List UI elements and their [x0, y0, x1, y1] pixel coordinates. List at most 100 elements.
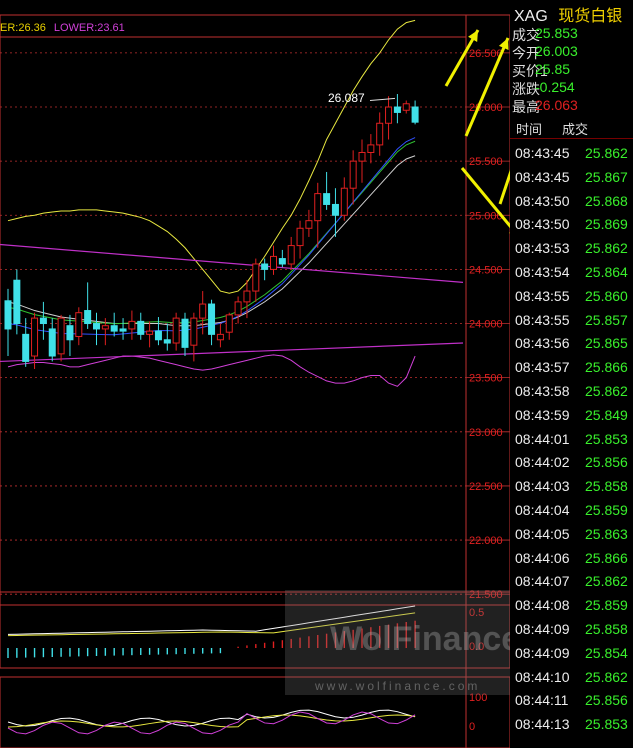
candle-body — [349, 160, 357, 189]
trend-line-upper — [0, 243, 464, 283]
kdj-j — [7, 711, 416, 735]
tick-price: 25.866 — [585, 359, 628, 376]
tick-row: 08:44:01 25.853 — [515, 431, 633, 453]
tick-time: 08:44:08 — [515, 597, 570, 614]
tick-time: 08:44:07 — [515, 573, 570, 590]
high-marker — [369, 97, 396, 102]
candle-body — [402, 103, 410, 111]
bands-legend: ER:26.36 LOWER:23.61 — [0, 22, 125, 34]
tick-time: 08:44:03 — [515, 478, 570, 495]
tick-price: 25.863 — [585, 525, 628, 542]
candles — [4, 94, 419, 369]
quote-value: 25.853 — [535, 25, 578, 41]
tick-row: 08:43:58 25.862 — [515, 383, 633, 405]
quote-value: 26.003 — [535, 43, 578, 59]
candle-body — [13, 279, 21, 325]
tick-row: 08:43:50 25.869 — [515, 216, 633, 238]
candle-body — [137, 320, 145, 335]
quote-row: 买价1 25.85 — [512, 61, 632, 79]
tick-row: 08:44:07 25.862 — [515, 573, 633, 595]
candle-body — [48, 328, 56, 357]
tick-price: 25.853 — [585, 716, 628, 733]
quote-row: 今开 26.003 — [512, 43, 632, 61]
tick-time: 08:44:06 — [515, 549, 570, 566]
tick-price: 25.856 — [585, 692, 628, 709]
candle-body — [367, 144, 375, 153]
tick-row: 08:44:08 25.859 — [515, 597, 633, 619]
y-tick-label: 25.500 — [469, 156, 503, 168]
quote-value: 25.85 — [535, 61, 571, 77]
candle-body — [22, 333, 30, 362]
tick-row: 08:43:45 25.867 — [515, 169, 633, 191]
y-tick-label: 23.000 — [469, 427, 503, 439]
tick-row: 08:43:56 25.865 — [515, 335, 633, 357]
tick-time: 08:44:11 — [515, 692, 569, 709]
tick-row: 08:43:53 25.862 — [515, 240, 633, 262]
tick-price: 25.857 — [585, 311, 628, 328]
candle-body — [146, 330, 154, 335]
tick-row: 08:44:11 25.856 — [515, 692, 633, 714]
tick-time: 08:43:50 — [515, 216, 570, 233]
tick-price: 25.849 — [585, 406, 628, 423]
candle-body — [252, 263, 260, 292]
band-upper — [7, 19, 416, 294]
tick-time: 08:43:55 — [515, 287, 570, 304]
tick-price: 25.856 — [585, 454, 628, 471]
quote-value: 26.063 — [535, 97, 578, 113]
tick-price: 25.860 — [585, 287, 628, 304]
candle-body — [358, 151, 366, 162]
tick-time: 08:44:09 — [515, 621, 570, 637]
tick-row: 08:44:03 25.858 — [515, 478, 633, 500]
candle-body — [323, 193, 331, 205]
tick-price: 25.858 — [585, 621, 628, 637]
tick-price: 25.866 — [585, 549, 628, 566]
candle-body — [66, 325, 74, 341]
candle-body — [385, 106, 393, 124]
kdj-k — [7, 709, 416, 727]
candle-body — [119, 328, 127, 332]
y-tick-label: 24.500 — [469, 264, 503, 276]
candle-body — [314, 193, 322, 222]
tick-row: 08:43:50 25.868 — [515, 193, 633, 215]
candle-body — [243, 290, 251, 303]
candle-body — [296, 227, 304, 247]
tick-time: 08:43:54 — [515, 264, 570, 280]
tick-row: 08:43:55 25.860 — [515, 288, 633, 310]
candle-body — [110, 325, 118, 332]
tick-price: 25.869 — [585, 216, 628, 233]
tick-time: 08:44:04 — [515, 502, 570, 518]
candle-body — [287, 245, 295, 265]
high-label: 26.087 — [328, 91, 365, 105]
tick-time: 08:44:13 — [515, 716, 570, 733]
tick-time: 08:43:53 — [515, 240, 570, 257]
quote-value: -0.254 — [535, 79, 575, 95]
tick-row: 08:44:04 25.859 — [515, 502, 633, 524]
tick-row: 08:44:06 25.866 — [515, 550, 633, 572]
tick-price: 25.854 — [585, 644, 628, 661]
tick-price: 25.862 — [585, 668, 628, 685]
tick-price: 25.862 — [585, 573, 628, 590]
candle-body — [278, 258, 286, 265]
tick-row: 08:43:59 25.849 — [515, 407, 633, 429]
main-frame — [0, 14, 511, 606]
tick-row: 08:44:10 25.862 — [515, 669, 633, 691]
candle-body — [208, 303, 216, 335]
tick-price: 25.862 — [585, 145, 628, 161]
symbol-name: 现货白银 — [558, 8, 623, 25]
candle-body — [376, 122, 384, 146]
ticks-header-time: 时间 — [516, 122, 543, 137]
tick-price: 25.853 — [585, 430, 628, 447]
symbol-code: XAG — [514, 8, 548, 25]
tick-row: 08:43:54 25.864 — [515, 264, 633, 286]
tick-time: 08:43:58 — [515, 383, 570, 399]
tick-row: 08:44:05 25.863 — [515, 526, 633, 548]
candle-body — [270, 255, 277, 270]
tick-price: 25.867 — [585, 168, 628, 185]
y-tick-label: 26.500 — [469, 48, 503, 60]
tick-price: 25.868 — [585, 192, 628, 209]
candle-body — [216, 333, 224, 341]
tick-price: 25.864 — [585, 264, 628, 280]
candle-body — [75, 312, 83, 338]
candle-body — [225, 314, 233, 333]
tick-row: 08:44:09 25.858 — [515, 621, 633, 643]
